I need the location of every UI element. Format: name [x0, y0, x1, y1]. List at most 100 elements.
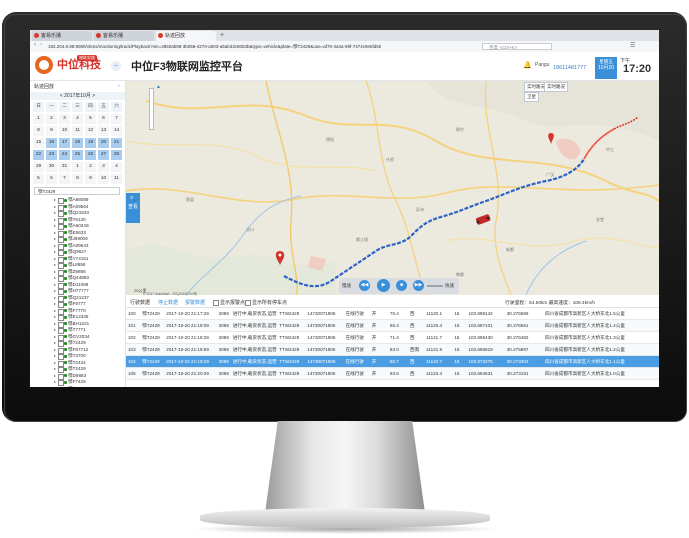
browser-menu-icon[interactable]: ☰: [630, 42, 638, 49]
calendar-day[interactable]: 24: [59, 150, 70, 160]
table-cell: 3089: [216, 367, 231, 380]
vehicle-plate: 鄂A6034S: [68, 223, 89, 228]
table-row[interactable]: 104 鄂T2429 2017-10-20 21:19:29 3089 进行中,载货状态…: [126, 355, 659, 368]
new-tab-icon[interactable]: +: [220, 31, 224, 40]
forward-icon[interactable]: ›: [40, 42, 42, 48]
calendar-day[interactable]: 3: [59, 114, 70, 124]
calendar-weekday: 五: [98, 102, 109, 112]
browser-tab[interactable]: 客易乐播: [32, 31, 92, 41]
table-cell: 西: [408, 355, 425, 368]
calendar-day[interactable]: 5: [33, 174, 44, 184]
calendar-day[interactable]: 8: [72, 174, 83, 184]
rewind-icon[interactable]: ◀◀: [359, 280, 370, 291]
calendar-day[interactable]: 14: [111, 126, 122, 136]
satellite-button[interactable]: 卫星: [524, 92, 539, 102]
vehicle-plate: 鄂Q21933: [68, 210, 89, 215]
calendar-day[interactable]: 7: [111, 114, 122, 124]
map-side-button[interactable]: 🔍 查看: [126, 193, 140, 223]
calendar-day[interactable]: 25: [72, 150, 83, 160]
table-cell: 15: [452, 343, 467, 356]
calendar-day[interactable]: 27: [98, 150, 109, 160]
alarm-bell-icon[interactable]: 🔔: [523, 61, 532, 69]
map-view[interactable]: 德阳 什邡 绵竹 广汉 金堂 彭州 都江堰 新都 汶川 中江 理县 郫都: [126, 81, 659, 295]
calendar-day[interactable]: 10: [59, 126, 70, 136]
layer-toggle-icon[interactable]: ▲: [156, 84, 161, 90]
realtime-traffic-button[interactable]: 实时路况: [544, 82, 568, 92]
table-row[interactable]: 102 鄂T2429 2017-10-20 21:18:29 3089 进行中,载货状态…: [126, 331, 659, 344]
vehicle-icon: [64, 367, 67, 371]
table-cell: 11121.7: [424, 331, 453, 344]
panel-title: 轨迹回放: [34, 84, 55, 90]
play-icon[interactable]: ▶: [377, 279, 390, 292]
expand-icon[interactable]: ▸: [54, 386, 56, 388]
vehicle-icon: [64, 244, 67, 247]
table-cell: 14730071806: [305, 331, 344, 344]
calendar-day[interactable]: 3: [98, 162, 109, 172]
calendar-month-nav[interactable]: < 2017年10月 >: [30, 92, 125, 100]
calendar-day[interactable]: 2: [85, 162, 96, 172]
table-row[interactable]: 105 鄂T2429 2017-10-20 21:20:29 3089 进行中,载货状态…: [126, 367, 659, 380]
browser-tab-active[interactable]: 轨迹回放: [156, 31, 216, 41]
speed-slider[interactable]: [427, 285, 443, 287]
browser-tab[interactable]: 客易乐播: [94, 31, 154, 41]
user-name[interactable]: Pangu: [535, 62, 549, 68]
table-row[interactable]: 101 鄂T2429 2017-10-20 21:18:09 3089 进行中,载货状态…: [126, 319, 659, 332]
calendar-day[interactable]: 2: [46, 114, 57, 124]
show-alarm-checkbox[interactable]: [213, 300, 219, 306]
calendar-day[interactable]: 12: [85, 126, 96, 136]
calendar-day[interactable]: 8: [33, 126, 44, 136]
calendar-day[interactable]: 23: [46, 150, 57, 160]
show-stops-checkbox[interactable]: [245, 300, 251, 306]
calendar-day[interactable]: 26: [85, 150, 96, 160]
calendar-day[interactable]: 15: [33, 138, 44, 148]
calendar-day[interactable]: 22: [33, 150, 44, 160]
calendar-day[interactable]: 19: [85, 138, 96, 148]
calendar-day[interactable]: 4: [111, 162, 122, 172]
calendar-day[interactable]: 16: [46, 138, 57, 148]
calendar-day[interactable]: 9: [46, 126, 57, 136]
calendar-day[interactable]: 18: [72, 138, 83, 148]
calendar-day[interactable]: 30: [46, 162, 57, 172]
calendar-day[interactable]: 6: [98, 114, 109, 124]
calendar-day[interactable]: 29: [33, 162, 44, 172]
calendar-day[interactable]: 31: [59, 162, 70, 172]
calendar-day[interactable]: 17: [59, 138, 70, 148]
browser-search-input[interactable]: 百度 <Ctrl+K>: [482, 43, 552, 50]
tab-driving-data[interactable]: 行驶数据: [130, 299, 150, 306]
table-cell: 鄂T2429: [140, 319, 165, 332]
vehicle-search-input[interactable]: 鄂T2429: [34, 187, 120, 195]
calendar-day[interactable]: 11: [111, 174, 122, 184]
calendar-day[interactable]: 11: [72, 126, 83, 136]
calendar-day[interactable]: 10: [98, 174, 109, 184]
calendar-day[interactable]: 5: [85, 114, 96, 124]
table-row[interactable]: 103 鄂T2429 2017-10-20 21:18:59 3089 进行中,载货状态…: [126, 343, 659, 356]
speed-fast-label: 快速: [445, 283, 454, 288]
calendar-day[interactable]: 13: [98, 126, 109, 136]
calendar-day[interactable]: 7: [59, 174, 70, 184]
calendar-day[interactable]: 28: [111, 150, 122, 160]
menu-toggle-icon[interactable]: ⇔: [111, 61, 121, 71]
user-phone[interactable]: 18611481777: [553, 65, 586, 71]
calendar-day[interactable]: 21: [111, 138, 122, 148]
collapse-icon[interactable]: ‹: [118, 83, 120, 89]
vehicle-icon: [64, 335, 67, 338]
calendar-day[interactable]: 20: [98, 138, 109, 148]
table-cell: 93.5: [387, 367, 409, 380]
date-weekday: 星期五: [599, 59, 613, 64]
zoom-slider[interactable]: [149, 88, 154, 130]
calendar-day[interactable]: 6: [46, 174, 57, 184]
tab-stop-data[interactable]: 停止数据: [158, 299, 178, 306]
vehicle-tree-item[interactable]: ▸ 鄂KC7206: [32, 386, 124, 388]
url-field[interactable]: 192.204.8.98:8080/vbms/monitoring/track/…: [48, 43, 468, 50]
vehicle-icon: [64, 341, 67, 345]
table-cell: 15: [452, 367, 467, 380]
calendar-day[interactable]: 1: [33, 114, 44, 124]
stop-icon[interactable]: ■: [396, 280, 407, 291]
table-row[interactable]: 100 鄂T2429 2017-10-20 21:17:29 3089 进行中,载货状态…: [126, 308, 659, 320]
calendar-day[interactable]: 9: [85, 174, 96, 184]
calendar-day[interactable]: 4: [72, 114, 83, 124]
forward-icon[interactable]: ▶▶: [413, 280, 424, 291]
tab-alarm-data[interactable]: 报警数据: [185, 299, 205, 306]
back-icon[interactable]: ‹: [34, 42, 36, 48]
calendar-day[interactable]: 1: [72, 162, 83, 172]
